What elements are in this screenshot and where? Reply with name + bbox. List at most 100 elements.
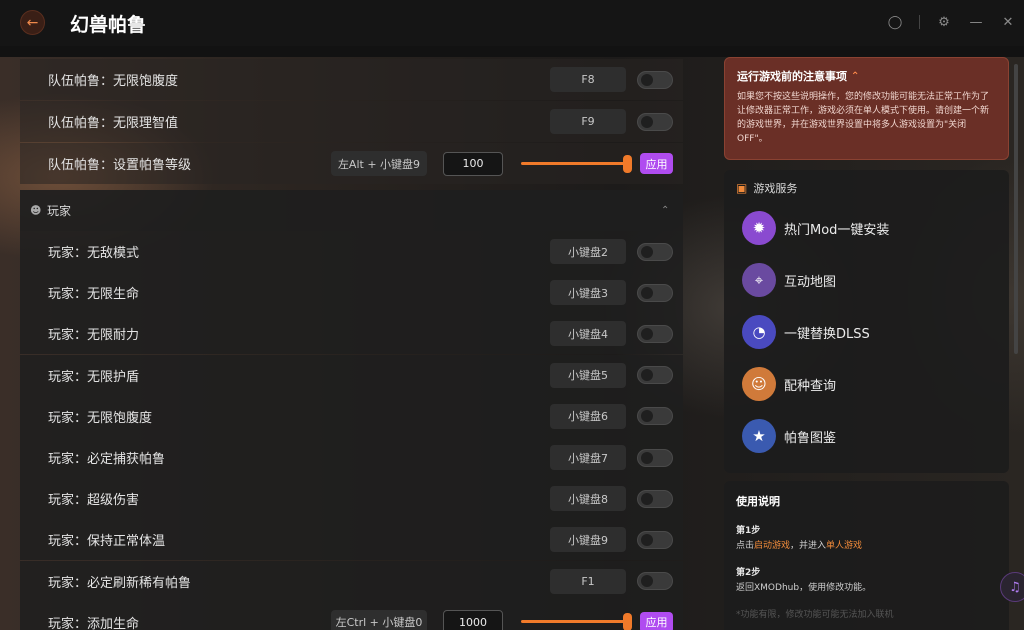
settings-icon[interactable]: ⚙ [936,14,952,30]
step2-text: 返回XMODhub，使用修改功能。 [736,583,872,593]
launch-game-link[interactable]: 启动游戏 [754,541,790,551]
cheat-row: 玩家：无敌模式 小键盘2 [20,231,683,272]
cheat-row: 队伍帕鲁：设置帕鲁等级 左Alt + 小键盘9 100 应用 [20,143,683,184]
notice-title-text: 运行游戏前的注意事项 [737,70,847,83]
hotkey-chip[interactable]: F9 [550,109,626,134]
section-title: 玩家 [47,204,72,218]
value-slider[interactable] [521,613,632,630]
step2-title: 第2步 [736,568,761,578]
cheat-label: 玩家：保持正常体温 [48,534,166,550]
headset-icon[interactable]: ♫ [1000,572,1024,602]
divider [919,15,920,29]
right-scrollbar[interactable] [1014,64,1018,354]
toggle-switch[interactable] [637,324,673,343]
hotkey-chip[interactable]: 小键盘8 [550,486,626,512]
value-input[interactable]: 1000 [443,610,503,630]
hotkey-chip[interactable]: 小键盘6 [550,403,626,429]
cheat-row: 玩家：添加生命 左Ctrl + 小键盘0 1000 应用 [20,601,683,630]
hotkey-chip[interactable]: 小键盘2 [550,239,626,264]
cheat-label: 玩家：无限生命 [48,287,140,303]
cheat-list-panel: 队伍帕鲁：无限饱腹度 F8 队伍帕鲁：无限理智值 F9 队伍帕鲁：设置帕鲁等级 左Alt … [20,57,683,630]
services-title: 游戏服务 [753,182,798,195]
group-icon: ☺ [742,367,776,401]
service-item[interactable]: ☺ 配种查询 [742,366,992,402]
slider-thumb[interactable] [623,154,632,173]
cheat-label: 玩家：无敌模式 [48,246,140,261]
title-bar: ← 幻兽帕鲁 ◯ ⚙ — ✕ [0,0,1024,46]
cheat-label: 玩家：超级伤害 [48,493,140,509]
hotkey-chip[interactable]: 小键盘4 [550,321,626,347]
step1-title: 第1步 [736,526,761,536]
slider-thumb[interactable] [623,613,632,630]
cheat-label: 玩家：添加生命 [48,616,140,630]
apply-button[interactable]: 应用 [640,153,673,174]
toggle-switch[interactable] [637,70,673,89]
cheat-row: 玩家：无限耐力 小键盘4 [20,313,683,355]
map-icon: ⌖ [742,263,776,297]
hotkey-chip[interactable]: 小键盘9 [550,527,626,553]
service-item[interactable]: ⌖ 互动地图 [742,262,992,298]
slider-track [521,161,631,165]
service-item[interactable]: ★ 帕鲁图鉴 [742,418,992,454]
hotkey-chip[interactable]: 左Alt + 小键盘9 [331,151,427,176]
value-input[interactable]: 100 [443,151,503,176]
people-icon: ☻ [30,204,42,217]
hotkey-chip[interactable]: F8 [550,67,626,92]
cheat-label: 玩家：无限耐力 [48,328,140,344]
cheat-row: 玩家：无限护盾 小键盘5 [20,354,683,396]
service-item[interactable]: ✹ 热门Mod一键安装 [742,210,992,246]
notice-title[interactable]: 运行游戏前的注意事项 ⌃ [737,68,996,84]
cheat-row: 玩家：无限生命 小键盘3 [20,272,683,314]
hotkey-chip[interactable]: F1 [550,568,626,594]
toggle-switch[interactable] [637,572,673,591]
cheat-label: 玩家：无限饱腹度 [48,410,153,426]
toggle-switch[interactable] [637,112,673,131]
arrow-left-icon[interactable]: ← [20,10,45,35]
hotkey-chip[interactable]: 小键盘7 [550,445,626,470]
minimize-icon[interactable]: — [968,14,984,30]
service-label: 配种查询 [784,378,837,394]
slider-track [521,620,631,624]
cheat-label: 队伍帕鲁：无限理智值 [48,116,179,131]
cheat-label: 队伍帕鲁：设置帕鲁等级 [48,158,192,173]
step1-mid: ，并进入 [790,541,827,551]
step3-faded: *功能有限，修改功能可能无法加入联机 [736,610,894,620]
step1-text: 点击启动游戏，并进入单人游戏 [736,538,997,551]
hotkey-chip[interactable]: 小键盘3 [550,280,626,306]
notice-body: 如果您不按这些说明操作，您的修改功能可能无法正常工作为了让修改器正常工作，游戏必… [737,92,990,144]
cheat-row: 玩家：超级伤害 小键盘8 [20,478,683,520]
cheat-row: 队伍帕鲁：无限理智值 F9 [20,101,683,142]
toggle-switch[interactable] [637,530,673,549]
service-item[interactable]: ◔ 一键替换DLSS [742,314,992,350]
apply-button[interactable]: 应用 [640,611,673,630]
toggle-switch[interactable] [637,407,673,426]
cheat-label: 队伍帕鲁：无限饱腹度 [48,74,179,89]
service-label: 一键替换DLSS [784,326,870,342]
window-controls: ◯ ⚙ — ✕ [887,14,1016,30]
toggle-switch[interactable] [637,366,673,385]
cheat-row: 玩家：保持正常体温 小键盘9 [20,519,683,561]
app-title: 幻兽帕鲁 [70,14,147,36]
cheat-label: 玩家：必定捕获帕鲁 [48,452,166,467]
service-label: 互动地图 [784,274,837,290]
chevron-up-icon[interactable]: ⌃ [851,71,859,82]
close-icon[interactable]: ✕ [1000,14,1016,30]
user-icon[interactable]: ◯ [887,14,903,30]
game-services-card: ▣ 游戏服务 ✹ 热门Mod一键安装 ⌖ 互动地图 ◔ 一键替换DLSS ☺ 配种查询 ★ 帕鲁图… [724,170,1009,473]
cheat-label: 玩家：必定刷新稀有帕鲁 [48,575,192,591]
toggle-switch[interactable] [637,283,673,302]
toggle-switch[interactable] [637,489,673,508]
toggle-switch[interactable] [637,448,673,467]
hotkey-chip[interactable]: 左Ctrl + 小键盘0 [331,609,427,630]
hotkey-chip[interactable]: 小键盘5 [550,362,626,388]
value-slider[interactable] [521,154,632,173]
cheat-row: 玩家：必定捕获帕鲁 小键盘7 [20,437,683,478]
toggle-switch[interactable] [637,242,673,261]
single-player-link[interactable]: 单人游戏 [826,541,862,551]
cheat-row: 玩家：无限饱腹度 小键盘6 [20,395,683,437]
notice-card: 运行游戏前的注意事项 ⌃ 如果您不按这些说明操作，您的修改功能可能无法正常工作为… [724,57,1009,160]
service-label: 帕鲁图鉴 [784,430,837,446]
section-player-header[interactable]: ☻ 玩家 ⌃ [20,190,683,231]
chevron-up-icon[interactable]: ⌃ [661,205,669,216]
cheat-row: 玩家：必定刷新稀有帕鲁 F1 [20,560,683,602]
